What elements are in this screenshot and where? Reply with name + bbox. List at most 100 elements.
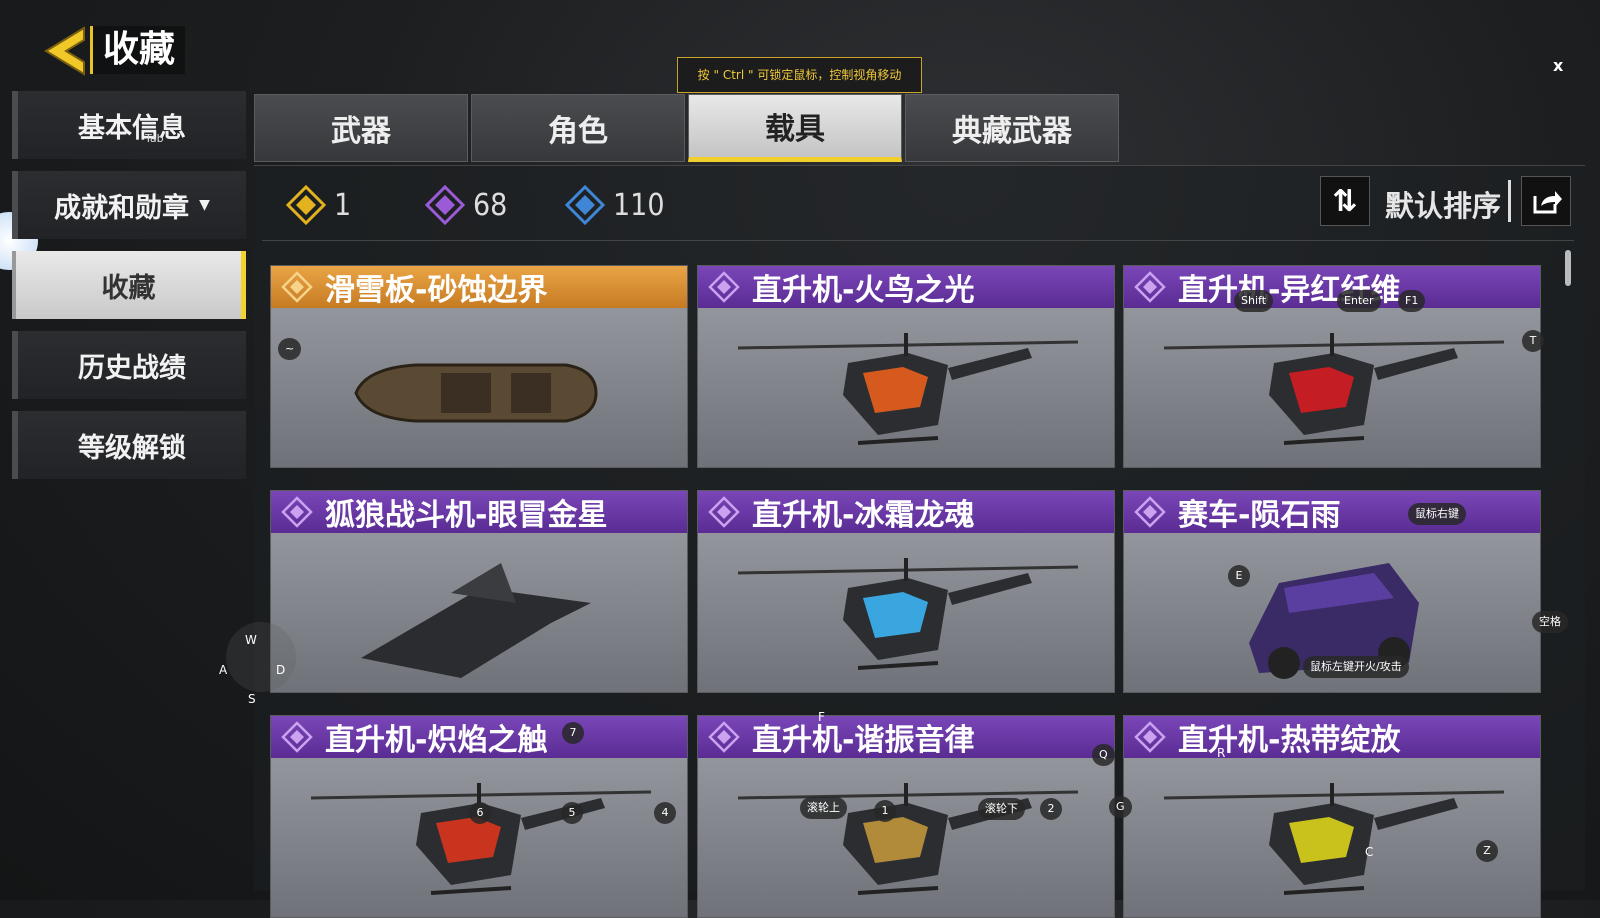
helicopter-icon [310,783,652,895]
vehicle-name: 直升机-冰霜龙魂 [752,498,975,533]
purple-count: 68 [425,185,507,225]
sidebar-item-basic-info[interactable]: 基本信息 [12,91,246,159]
rarity-gem-icon [281,271,313,303]
sidebar-item-level-unlock[interactable]: 等级解锁 [12,411,246,479]
sort-icon: ⇅ [1332,183,1358,219]
key-hint-shift: Shift [1234,290,1274,312]
vehicle-card[interactable]: 直升机-冰霜龙魂 [697,490,1115,693]
vehicle-card-header: 直升机-热带绽放 [1124,716,1540,758]
vehicle-name: 滑雪板-砂蚀边界 [325,273,548,308]
rarity-gem-icon [1134,271,1166,303]
vehicle-card[interactable]: 直升机-异红纤维 [1123,265,1541,468]
mouse-lock-hint: 按 " Ctrl " 可锁定鼠标，控制视角移动 [677,57,922,93]
back-arrow-icon [44,26,85,76]
gold-count: 1 [286,185,351,225]
rarity-gem-icon [708,271,740,303]
helicopter-icon [737,333,1079,445]
vehicle-preview [1124,758,1540,917]
vehicle-preview [1124,308,1540,467]
vehicle-name: 赛车-陨石雨 [1178,498,1341,533]
vehicle-name: 直升机-火鸟之光 [752,273,975,308]
key-hint-a: A [219,663,228,677]
tab-label: 角色 [548,114,608,149]
key-hint-space: 空格 [1532,611,1568,633]
tab-collector-weapons[interactable]: 典藏武器 [905,94,1119,162]
vehicle-card-header: 滑雪板-砂蚀边界 [271,266,687,308]
tab-label: 载具 [765,112,825,147]
key-hint-d: D [276,663,286,677]
tab-characters[interactable]: 角色 [471,94,685,162]
vehicle-preview [271,308,687,467]
scrollbar[interactable] [1565,250,1571,286]
tab-weapons[interactable]: 武器 [254,94,468,162]
back-button[interactable] [38,24,90,78]
vehicle-card[interactable]: 滑雪板-砂蚀边界 [270,265,688,468]
key-hint-scroll-up: 滚轮上 [800,797,847,819]
close-button[interactable]: x [1553,56,1563,75]
sidebar-item-collection[interactable]: 收藏 [12,251,246,319]
sidebar-item-history[interactable]: 历史战绩 [12,331,246,399]
jet-icon [361,563,591,678]
key-hint-q: Q [1092,744,1115,766]
key-hint-right-mouse: 鼠标右键 [1408,503,1466,525]
helicopter-icon [737,783,1079,895]
vehicle-card[interactable]: 狐狼战斗机-眼冒金星 [270,490,688,693]
rarity-gem-icon [281,721,313,753]
helicopter-icon [737,558,1079,670]
rarity-gem-icon [281,496,313,528]
key-hint-2: 2 [1040,798,1062,820]
vehicle-card[interactable]: 直升机-热带绽放 [1123,715,1541,918]
key-hint-c: C [1365,845,1374,859]
sort-button[interactable]: ⇅ [1320,176,1370,226]
vehicle-card-header: 直升机-谐振音律 [698,716,1114,758]
key-hint-tilde: ~ [278,338,302,360]
key-hint-1: 1 [874,800,896,822]
tab-key-hint: Tab [145,132,164,145]
sidebar-item-label: 等级解锁 [78,432,186,464]
rarity-gem-icon [1134,721,1166,753]
share-button[interactable] [1521,176,1571,226]
sidebar-item-label: 基本信息 [78,112,186,144]
key-hint-7: 7 [562,722,584,744]
vehicle-preview [698,308,1114,467]
key-hint-s: S [248,692,256,706]
key-hint-r: R [1217,746,1226,760]
vehicle-card[interactable]: 直升机-火鸟之光 [697,265,1115,468]
vehicle-preview [698,758,1114,917]
vehicle-card-header: 狐狼战斗机-眼冒金星 [271,491,687,533]
sidebar-item-label: 收藏 [101,272,156,304]
key-hint-scroll-down: 滚轮下 [978,798,1025,820]
helicopter-icon [1163,333,1505,445]
key-hint-enter: Enter [1337,290,1381,312]
helicopter-icon [1163,783,1505,895]
vehicle-name: 直升机-炽焰之触 [325,723,548,758]
vehicle-preview [271,533,687,692]
purple-rarity-icon [425,185,465,225]
vehicle-name: 狐狼战斗机-眼冒金星 [325,498,608,533]
key-hint-left-mouse: 鼠标左键开火/攻击 [1303,656,1409,678]
gold-rarity-icon [286,185,326,225]
movement-joystick[interactable] [226,622,296,692]
vehicle-card-header: 直升机-炽焰之触 [271,716,687,758]
rarity-gem-icon [708,721,740,753]
key-hint-e: E [1228,565,1250,587]
page-title: 收藏 [90,26,186,74]
sort-label[interactable]: 默认排序 [1385,183,1501,225]
blue-rarity-icon [565,185,605,225]
key-hint-4: 4 [654,802,676,824]
tab-label: 武器 [331,114,391,149]
vehicle-card-header: 赛车-陨石雨 [1124,491,1540,533]
chevron-down-icon: ▼ [199,197,210,213]
vehicle-card-header: 直升机-火鸟之光 [698,266,1114,308]
rarity-gem-icon [1134,496,1166,528]
key-hint-z: Z [1476,840,1498,862]
sidebar-item-label: 成就和勋章 [54,192,190,224]
vehicle-name: 直升机-热带绽放 [1178,723,1401,758]
vehicle-card-header: 直升机-冰霜龙魂 [698,491,1114,533]
key-hint-w: W [245,633,257,647]
sidebar-item-achievements[interactable]: 成就和勋章 ▼ [12,171,246,239]
blue-count-value: 110 [613,187,665,223]
tab-label: 典藏武器 [952,114,1072,149]
key-hint-5: 5 [561,802,583,824]
tab-vehicles[interactable]: 载具 [688,94,902,162]
